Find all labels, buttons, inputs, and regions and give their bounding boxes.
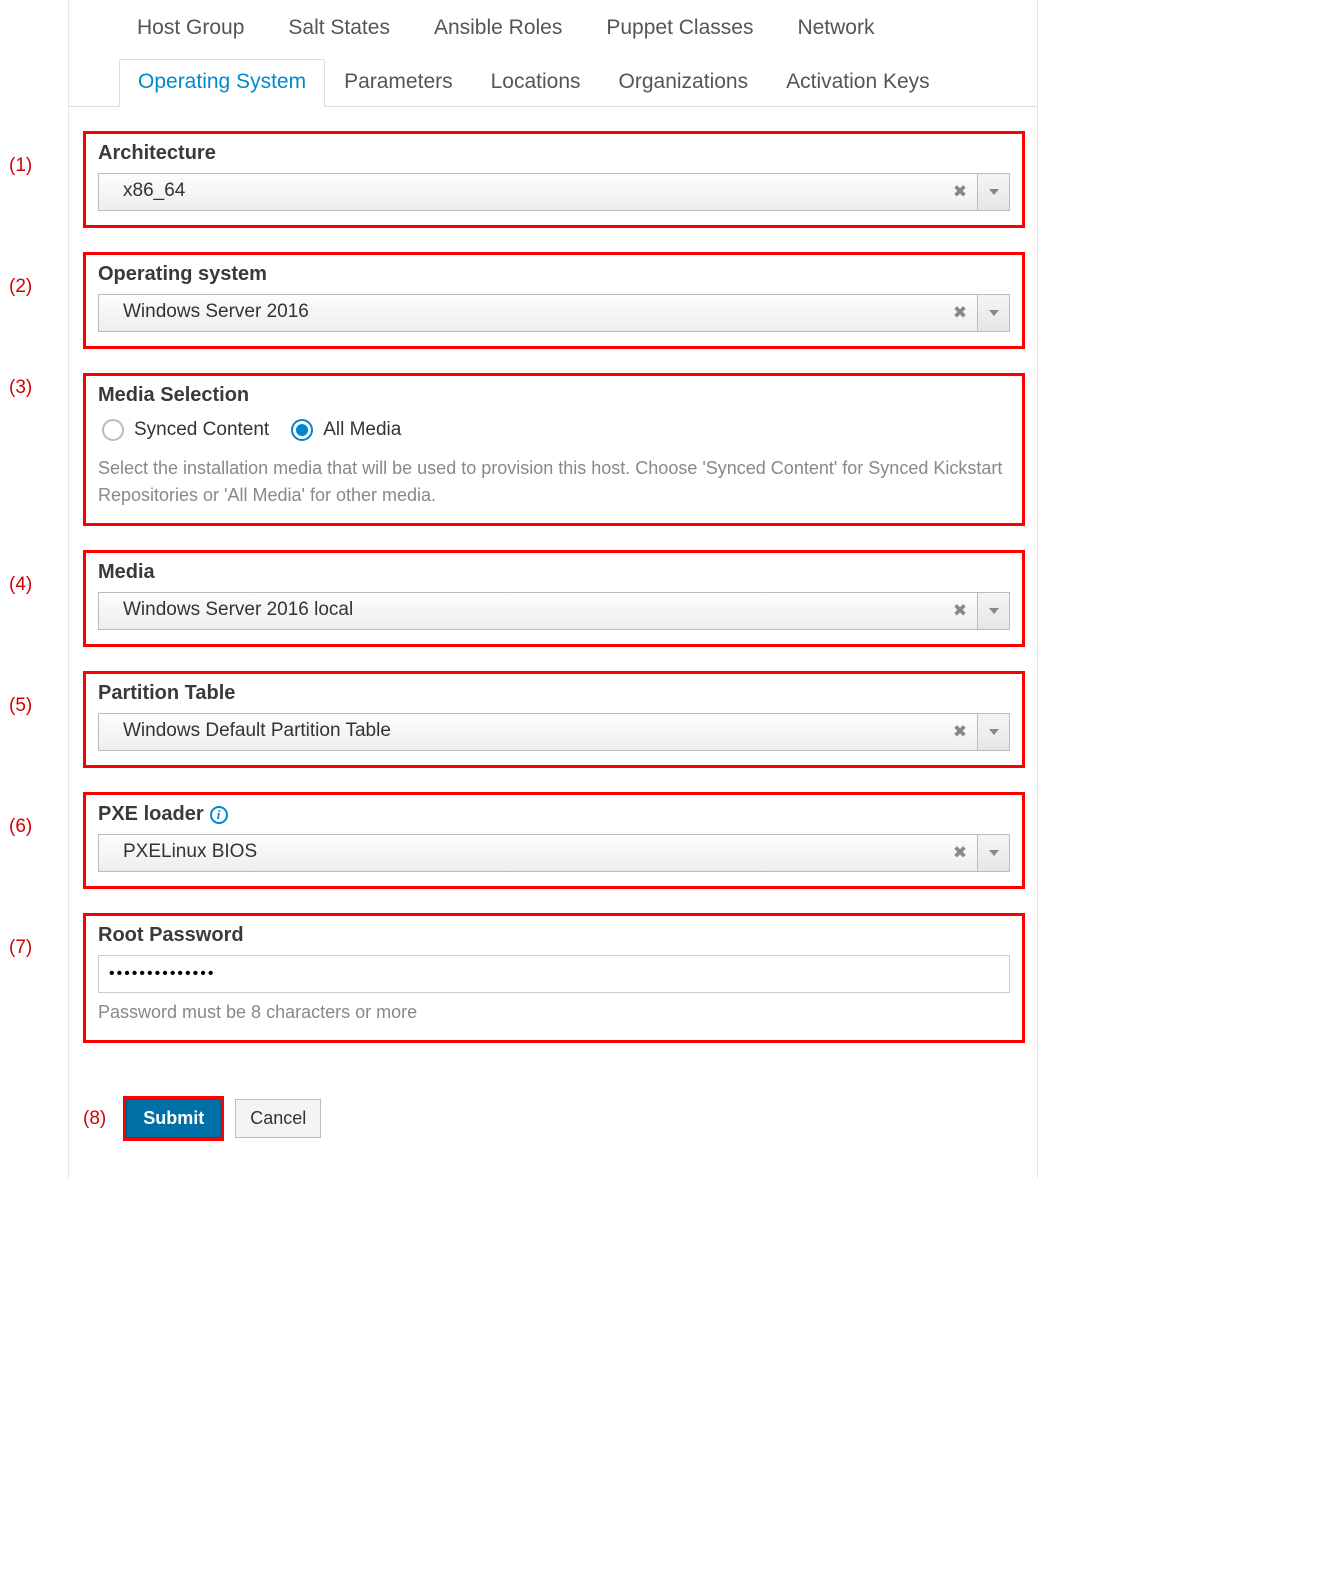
annotation-2: (2) — [9, 276, 32, 298]
pxeloader-select[interactable]: PXELinux BIOS ✖ — [98, 834, 1010, 872]
field-operating-system: Operating system Windows Server 2016 ✖ — [83, 252, 1025, 349]
tab-salt-states[interactable]: Salt States — [280, 10, 398, 46]
tab-ansible-roles[interactable]: Ansible Roles — [426, 10, 570, 46]
radio-label: Synced Content — [134, 419, 269, 441]
field-media-selection: Media Selection Synced ContentAll Media … — [83, 373, 1025, 526]
tab-host-group[interactable]: Host Group — [129, 10, 252, 46]
ptable-label: Partition Table — [98, 682, 1010, 705]
radio-all-media[interactable]: All Media — [291, 419, 401, 441]
ptable-select[interactable]: Windows Default Partition Table ✖ — [98, 713, 1010, 751]
clear-icon[interactable]: ✖ — [943, 174, 977, 210]
media-selection-help: Select the installation media that will … — [98, 455, 1010, 509]
tab-activation-keys[interactable]: Activation Keys — [767, 59, 949, 107]
tab-organizations[interactable]: Organizations — [600, 59, 768, 107]
annotation-3: (3) — [9, 377, 32, 399]
annotation-6: (6) — [9, 816, 32, 838]
clear-icon[interactable]: ✖ — [943, 835, 977, 871]
chevron-down-icon[interactable] — [977, 295, 1009, 331]
chevron-down-icon[interactable] — [977, 174, 1009, 210]
submit-button[interactable]: Submit — [126, 1099, 221, 1138]
annotation-7: (7) — [9, 937, 32, 959]
root-pw-label: Root Password — [98, 924, 1010, 947]
tab-parameters[interactable]: Parameters — [325, 59, 472, 107]
tabs-container: Host Group Salt States Ansible Roles Puppet… — [69, 0, 1037, 107]
annotation-8: (8) — [83, 1108, 112, 1130]
annotation-5: (5) — [9, 695, 32, 717]
media-value: Windows Server 2016 local — [99, 593, 943, 629]
annotation-1: (1) — [9, 155, 32, 177]
media-select[interactable]: Windows Server 2016 local ✖ — [98, 592, 1010, 630]
chevron-down-icon[interactable] — [977, 835, 1009, 871]
radio-label: All Media — [323, 419, 401, 441]
tab-locations[interactable]: Locations — [472, 59, 600, 107]
tab-network[interactable]: Network — [789, 10, 882, 46]
pxeloader-value: PXELinux BIOS — [99, 835, 943, 871]
architecture-value: x86_64 — [99, 174, 943, 210]
chevron-down-icon[interactable] — [977, 714, 1009, 750]
clear-icon[interactable]: ✖ — [943, 295, 977, 331]
architecture-select[interactable]: x86_64 ✖ — [98, 173, 1010, 211]
root-password-input[interactable] — [98, 955, 1010, 993]
annotation-4: (4) — [9, 574, 32, 596]
os-label: Operating system — [98, 263, 1010, 286]
os-value: Windows Server 2016 — [99, 295, 943, 331]
field-architecture: Architecture x86_64 ✖ — [83, 131, 1025, 228]
pxeloader-label: PXE loader — [98, 803, 204, 826]
clear-icon[interactable]: ✖ — [943, 714, 977, 750]
clear-icon[interactable]: ✖ — [943, 593, 977, 629]
radio-synced-content[interactable]: Synced Content — [102, 419, 269, 441]
media-label: Media — [98, 561, 1010, 584]
architecture-label: Architecture — [98, 142, 1010, 165]
media-selection-label: Media Selection — [98, 384, 1010, 407]
tab-operating-system[interactable]: Operating System — [119, 59, 325, 107]
field-root-password: Root Password Password must be 8 charact… — [83, 913, 1025, 1043]
tab-puppet-classes[interactable]: Puppet Classes — [598, 10, 761, 46]
media-selection-radiogroup: Synced Content All Media — [98, 415, 1010, 449]
field-partition-table: Partition Table Windows Default Partitio… — [83, 671, 1025, 768]
ptable-value: Windows Default Partition Table — [99, 714, 943, 750]
cancel-button[interactable]: Cancel — [235, 1099, 321, 1138]
form-actions: (8) Submit Cancel — [83, 1099, 1037, 1138]
info-icon[interactable]: i — [210, 806, 228, 824]
chevron-down-icon[interactable] — [977, 593, 1009, 629]
radio-icon — [102, 419, 124, 441]
root-pw-help: Password must be 8 characters or more — [98, 999, 1010, 1026]
os-select[interactable]: Windows Server 2016 ✖ — [98, 294, 1010, 332]
field-media: Media Windows Server 2016 local ✖ — [83, 550, 1025, 647]
field-pxe-loader: PXE loader i PXELinux BIOS ✖ — [83, 792, 1025, 889]
radio-icon — [291, 419, 313, 441]
